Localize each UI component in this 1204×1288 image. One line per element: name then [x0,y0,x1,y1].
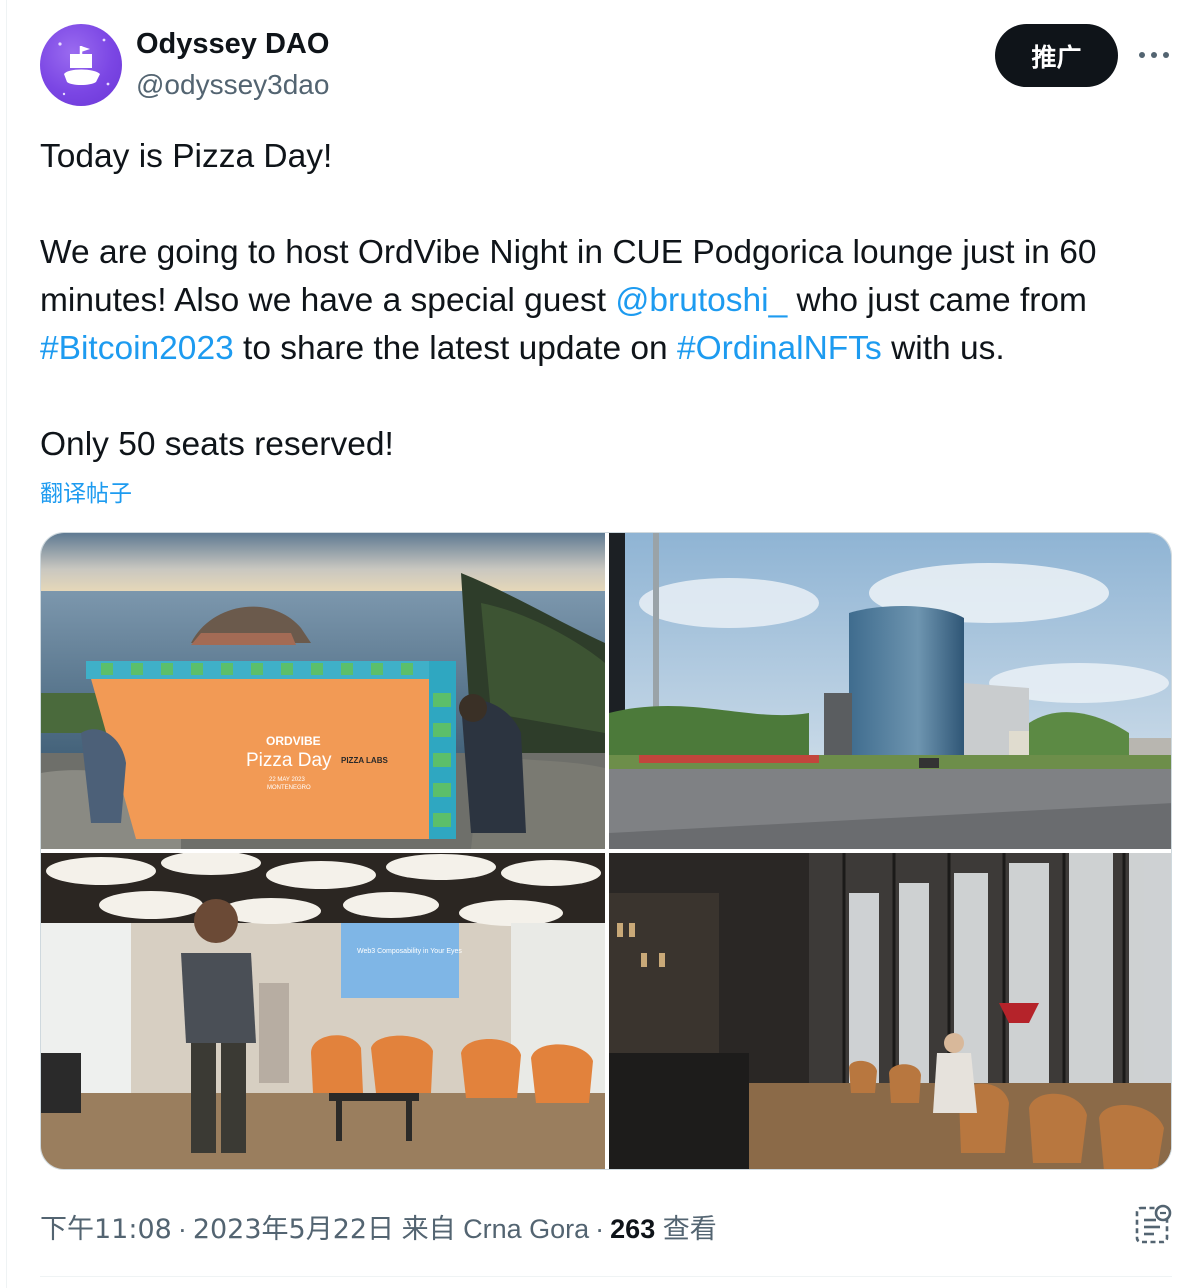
photo-lounge-interior[interactable] [609,853,1171,1169]
analytics-icon[interactable] [1134,1202,1174,1246]
banner-subtitle: Pizza Day [246,750,332,771]
banner-place: MONTENEGRO [267,785,311,791]
tweet-line-3: Only 50 seats reserved! [40,426,394,463]
timeline-left-border [6,0,7,1288]
views-label: 查看 [662,1214,717,1245]
media-grid: ORDVIBE Pizza Day 22 MAY 2023 MONTENEGRO… [40,532,1172,1170]
tweet-time[interactable]: 下午11:08 [40,1214,172,1245]
meta-separator: · [595,1214,605,1244]
author-display-name[interactable]: Odyssey DAO [136,28,329,61]
mention-link[interactable]: @brutoshi_ [615,282,787,319]
source-prefix: 来自 [401,1214,456,1245]
tweet-text-segment: to share the latest update on [233,330,677,367]
ship-logo-icon [58,38,110,96]
banner-date: 22 MAY 2023 [269,777,305,783]
divider [40,1276,1172,1277]
hashtag-link-bitcoin2023[interactable]: #Bitcoin2023 [40,330,234,367]
tweet-line-1: Today is Pizza Day! [40,138,333,175]
views-count: 263 [610,1214,656,1244]
tweet-text: Today is Pizza Day! We are going to host… [40,133,1160,469]
tweet-metadata: 下午11:08 · 2023年5月22日 来自 Crna Gora · 263 查看 [40,1207,717,1246]
banner-title: ORDVIBE [266,734,321,748]
tweet-text-segment: who just came from [787,282,1087,319]
more-horizontal-icon[interactable] [1136,43,1172,67]
tweet-date[interactable]: 2023年5月22日 [193,1214,394,1245]
screen-text: Web3 Composability in Your Eyes [357,948,462,955]
tweet-location: Crna Gora [463,1214,590,1244]
translate-post-link[interactable]: 翻译帖子 [40,474,132,508]
hashtag-link-ordinalnfts[interactable]: #OrdinalNFTs [677,330,882,367]
photo-coast-banner[interactable]: ORDVIBE Pizza Day 22 MAY 2023 MONTENEGRO… [41,533,605,849]
promote-button[interactable]: 推广 [995,24,1118,87]
banner-pizza-labs: PIZZA LABS [341,756,388,765]
photo-conference-stage[interactable]: Web3 Composability in Your Eyes [41,853,605,1169]
photo-glass-building[interactable] [609,533,1171,849]
tweet-paragraph-2: We are going to host OrdVibe Night in CU… [40,229,1160,373]
tweet-text-segment: with us. [881,330,1005,367]
author-handle[interactable]: @odyssey3dao [136,69,329,101]
avatar[interactable] [40,24,122,106]
meta-separator: · [177,1214,187,1244]
